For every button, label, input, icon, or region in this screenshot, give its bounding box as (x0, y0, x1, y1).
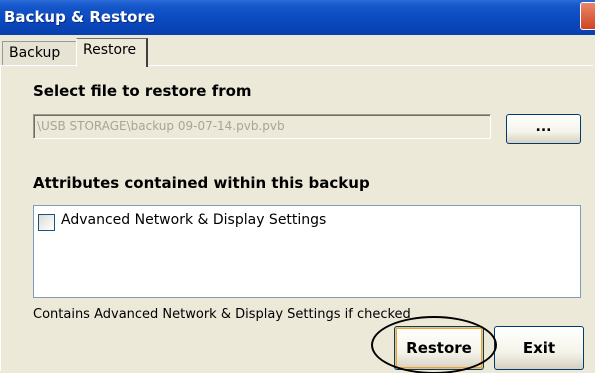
select-file-heading: Select file to restore from (33, 82, 252, 100)
exit-button[interactable]: Exit (494, 326, 584, 370)
contains-note: Contains Advanced Network & Display Sett… (33, 307, 411, 322)
attributes-list: Advanced Network & Display Settings (33, 205, 581, 298)
advanced-settings-label[interactable]: Advanced Network & Display Settings (61, 212, 326, 228)
title-bar[interactable]: Backup & Restore (0, 0, 595, 35)
tab-strip: Backup Restore (0, 36, 595, 67)
advanced-settings-checkbox[interactable] (38, 214, 55, 231)
attributes-heading: Attributes contained within this backup (33, 174, 370, 192)
backup-restore-window: Backup & Restore Backup Restore Select f… (0, 0, 595, 373)
close-icon[interactable] (580, 2, 595, 30)
browse-button[interactable]: ... (506, 114, 581, 144)
restore-button[interactable]: Restore (394, 326, 484, 370)
tab-backup[interactable]: Backup (2, 41, 76, 65)
tab-restore[interactable]: Restore (76, 38, 148, 67)
file-path-field[interactable]: \USB STORAGE\backup 09-07-14.pvb.pvb (33, 114, 491, 139)
window-title: Backup & Restore (4, 8, 156, 26)
